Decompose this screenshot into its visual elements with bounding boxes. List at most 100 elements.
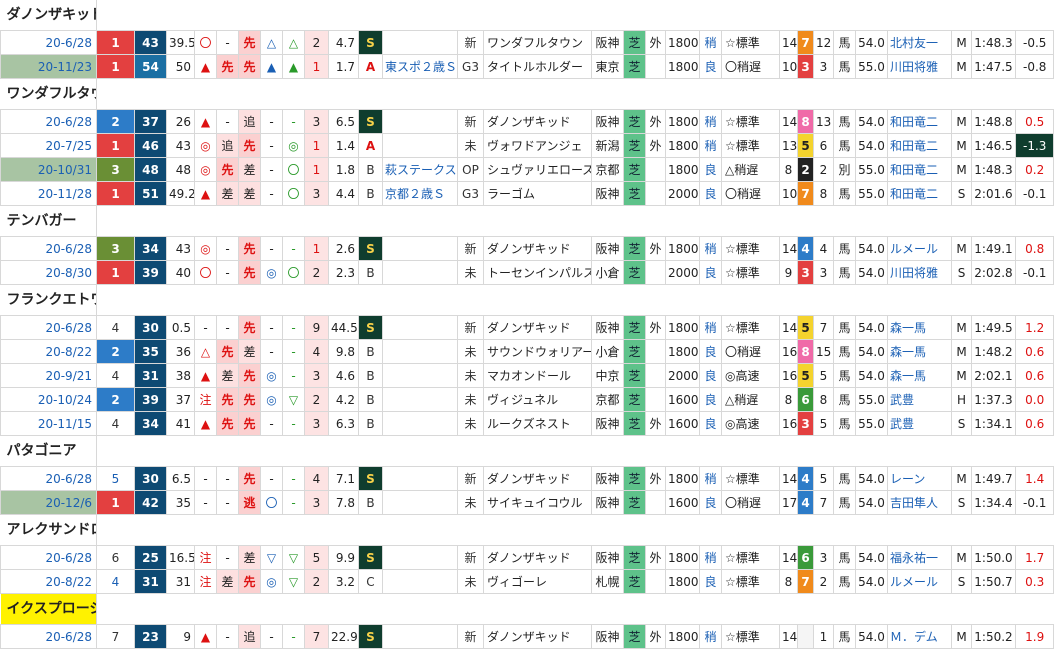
race-name-link[interactable] <box>382 236 458 261</box>
race-name-link[interactable] <box>382 363 458 388</box>
course-side <box>645 181 666 206</box>
race-date-link[interactable]: 20-12/6 <box>0 490 97 515</box>
grade-badge: B <box>358 363 383 388</box>
race-date-link[interactable]: 20-9/21 <box>0 363 97 388</box>
race-name-link[interactable] <box>382 315 458 340</box>
opponent-name: ダノンザキッド <box>483 236 592 261</box>
jockey-link[interactable]: 和田竜二 <box>887 133 952 158</box>
mark-4: ▲ <box>260 54 283 79</box>
race-date-link[interactable]: 20-6/28 <box>0 624 97 649</box>
horse-name[interactable]: ワンダフルタウン <box>0 78 97 110</box>
horse-name[interactable]: アレクサンドロス <box>0 514 97 546</box>
speed-index: 34 <box>134 236 167 261</box>
mark-2: - <box>216 109 239 134</box>
jockey-link[interactable]: 北村友一 <box>887 30 952 55</box>
race-date-link[interactable]: 20-10/31 <box>0 157 97 182</box>
mark-2: - <box>216 260 239 285</box>
race-date-link[interactable]: 20-8/30 <box>0 260 97 285</box>
race-name-link[interactable]: 東スポ２歳Ｓ <box>382 54 458 79</box>
horse-name[interactable]: ダノンザキッド <box>0 0 97 31</box>
opponent-name: マカオンドール <box>483 363 592 388</box>
track-condition: 良 <box>699 411 722 436</box>
race-date-link[interactable]: 20-8/22 <box>0 339 97 364</box>
jockey-link[interactable]: 武豊 <box>887 387 952 412</box>
rank-value: 2 <box>304 30 329 55</box>
race-name-link[interactable] <box>382 30 458 55</box>
jockey-link[interactable]: 川田将雅 <box>887 260 952 285</box>
odds-value: 1.7 <box>328 54 359 79</box>
speed-index: 39 <box>134 260 167 285</box>
race-date-link[interactable]: 20-11/15 <box>0 411 97 436</box>
race-name-link[interactable] <box>382 387 458 412</box>
popularity: 4 <box>813 236 834 261</box>
race-name-link[interactable]: 京都２歳Ｓ <box>382 181 458 206</box>
race-date-link[interactable]: 20-8/22 <box>0 569 97 594</box>
mark-4: ◎ <box>260 569 283 594</box>
pace-mark: M <box>951 363 972 388</box>
race-name-link[interactable] <box>382 490 458 515</box>
race-date-link[interactable]: 20-6/28 <box>0 315 97 340</box>
jockey-link[interactable]: ルメール <box>887 569 952 594</box>
jockey-link[interactable]: 福永祐一 <box>887 545 952 570</box>
field-size: 14 <box>779 236 798 261</box>
race-date-link[interactable]: 20-6/28 <box>0 466 97 491</box>
race-name-link[interactable] <box>382 624 458 649</box>
jockey-link[interactable]: 川田将雅 <box>887 54 952 79</box>
jockey-link[interactable]: 和田竜二 <box>887 109 952 134</box>
mark-1: ◎ <box>194 133 217 158</box>
opponent-name: ダノンザキッド <box>483 624 592 649</box>
race-date-link[interactable]: 20-6/28 <box>0 545 97 570</box>
running-style: 先 <box>238 133 261 158</box>
jockey-link[interactable]: 武豊 <box>887 411 952 436</box>
jockey-link[interactable]: 森一馬 <box>887 315 952 340</box>
popularity: 5 <box>813 363 834 388</box>
race-name-link[interactable] <box>382 569 458 594</box>
jockey-link[interactable]: ルメール <box>887 236 952 261</box>
jockey-link[interactable]: 和田竜二 <box>887 157 952 182</box>
horse-name[interactable]: パタゴニア <box>0 435 97 467</box>
race-date-link[interactable]: 20-6/28 <box>0 109 97 134</box>
horse-name[interactable]: フランクエトワール <box>0 284 97 316</box>
speed-index: 23 <box>134 624 167 649</box>
race-date-link[interactable]: 20-7/25 <box>0 133 97 158</box>
rank-value: 4 <box>304 466 329 491</box>
track-condition: 良 <box>699 339 722 364</box>
sex-label: 馬 <box>833 133 856 158</box>
odds-value: 7.1 <box>328 466 359 491</box>
grade-badge: A <box>358 133 383 158</box>
time-diff: 1.4 <box>1014 466 1054 491</box>
surface-badge: 芝 <box>623 466 646 491</box>
jockey-link[interactable]: 和田竜二 <box>887 181 952 206</box>
race-date-link[interactable]: 20-11/28 <box>0 181 97 206</box>
race-name-link[interactable] <box>382 545 458 570</box>
time-diff: 0.6 <box>1014 339 1054 364</box>
race-date-link[interactable]: 20-10/24 <box>0 387 97 412</box>
time-diff: -1.3 <box>1014 133 1054 158</box>
race-name-link[interactable] <box>382 411 458 436</box>
jockey-link[interactable]: レーン <box>887 466 952 491</box>
race-date-link[interactable]: 20-6/28 <box>0 236 97 261</box>
jockey-link[interactable]: 吉田隼人 <box>887 490 952 515</box>
horse-name[interactable]: テンバガー <box>0 205 97 237</box>
time-diff: 0.0 <box>1014 387 1054 412</box>
race-date-link[interactable]: 20-6/28 <box>0 30 97 55</box>
jockey-link[interactable]: Ｍ．デム <box>887 624 952 649</box>
horse-name[interactable]: イクスプロージョン <box>0 593 97 625</box>
jockey-link[interactable]: 森一馬 <box>887 363 952 388</box>
table-row: 20-6/28 2 37 26 ▲ - 追 - -3 6.5 S 新ダノンザキッド 阪神芝外 1800 稍 ☆… <box>0 109 1054 134</box>
finish-time: 1:49.7 <box>971 466 1016 491</box>
carried-weight: 55.0 <box>855 387 888 412</box>
carried-weight: 54.0 <box>855 236 888 261</box>
pace-mark: S <box>951 490 972 515</box>
header-filler <box>96 78 1054 110</box>
race-name-link[interactable] <box>382 339 458 364</box>
race-name-link[interactable] <box>382 466 458 491</box>
race-name-link[interactable] <box>382 133 458 158</box>
race-date-link[interactable]: 20-11/23 <box>0 54 97 79</box>
race-name-link[interactable] <box>382 109 458 134</box>
race-name-link[interactable] <box>382 260 458 285</box>
odds-value: 1.4 <box>328 133 359 158</box>
race-name-link[interactable]: 萩ステークス <box>382 157 458 182</box>
jockey-link[interactable]: 森一馬 <box>887 339 952 364</box>
popularity: 5 <box>813 466 834 491</box>
